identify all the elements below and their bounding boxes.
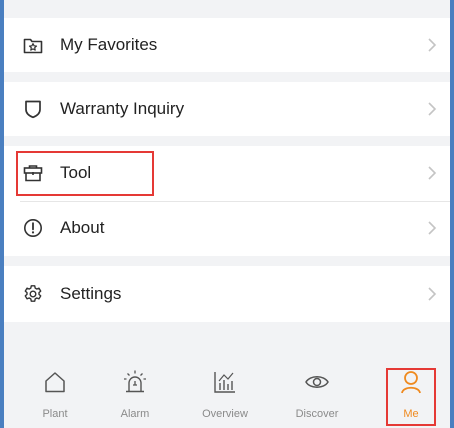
- menu-item-warranty[interactable]: Warranty Inquiry: [4, 83, 450, 135]
- chevron-right-icon: [428, 102, 437, 116]
- alarm-icon: [124, 370, 146, 393]
- tab-label-alarm: Alarm: [120, 408, 150, 420]
- menu-label-favorites: My Favorites: [60, 35, 158, 54]
- tab-overview[interactable]: Overview: [190, 346, 260, 428]
- tab-label-discover: Discover: [295, 408, 339, 420]
- tab-alarm[interactable]: Alarm: [100, 346, 170, 428]
- menu-label-warranty: Warranty Inquiry: [60, 99, 185, 118]
- menu-item-about[interactable]: About: [4, 202, 450, 254]
- tab-label-overview: Overview: [202, 408, 248, 420]
- menu-label-settings: Settings: [60, 284, 122, 303]
- star-box-icon: [22, 34, 44, 56]
- settings-group: Settings: [4, 266, 450, 322]
- favorites-group: My Favorites: [4, 18, 450, 72]
- bottom-tab-bar: Plant Alarm Overview Discover Me: [4, 346, 450, 428]
- menu-item-favorites[interactable]: My Favorites: [4, 19, 450, 71]
- me-screen: My Favorites Warranty Inquiry Tool About…: [4, 0, 450, 428]
- bar-chart-icon: [214, 372, 235, 393]
- tab-label-plant: Plant: [42, 408, 68, 420]
- warranty-group: Warranty Inquiry: [4, 82, 450, 136]
- chevron-right-icon: [428, 38, 437, 52]
- menu-label-about: About: [60, 218, 105, 237]
- eye-icon: [305, 376, 329, 388]
- menu-item-settings[interactable]: Settings: [4, 268, 450, 320]
- shield-icon: [22, 98, 44, 120]
- home-icon: [45, 372, 65, 393]
- gear-icon: [22, 283, 44, 305]
- chevron-right-icon: [428, 287, 437, 301]
- me-tab-highlight-box: [386, 368, 436, 426]
- tab-discover[interactable]: Discover: [282, 346, 352, 428]
- tab-plant[interactable]: Plant: [20, 346, 90, 428]
- tool-highlight-box: [16, 151, 154, 196]
- chevron-right-icon: [428, 221, 437, 235]
- chevron-right-icon: [428, 166, 437, 180]
- info-circle-icon: [22, 217, 44, 239]
